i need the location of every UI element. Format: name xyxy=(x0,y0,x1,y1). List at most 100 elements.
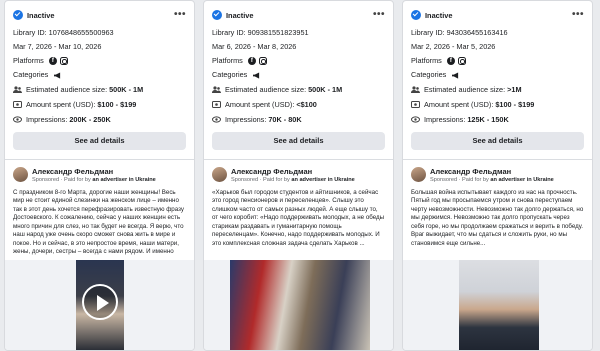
amount-row: Amount spent (USD): <$100 xyxy=(212,100,385,109)
instagram-icon xyxy=(457,57,466,66)
sponsored-label: Sponsored xyxy=(231,177,259,184)
people-icon xyxy=(212,86,221,94)
ad-image[interactable] xyxy=(230,260,370,350)
impressions-label: Impressions: xyxy=(424,115,466,125)
advertiser-name[interactable]: Александр Фельдман xyxy=(231,167,355,176)
paid-for-by-label: · Paid for by xyxy=(458,177,489,184)
see-ad-details-button[interactable]: See ad details xyxy=(13,132,186,151)
check-circle-icon xyxy=(212,10,222,20)
ad-body-text: «Харьков был городом студентов и айтишни… xyxy=(212,189,385,247)
advertiser-name[interactable]: Александр Фельдман xyxy=(32,167,156,176)
date-range: Mar 7, 2026 - Mar 10, 2026 xyxy=(13,42,102,51)
avatar[interactable] xyxy=(411,167,426,183)
audience-row: Estimated audience size: >1M xyxy=(411,85,584,94)
platforms-row: Platforms f xyxy=(411,56,584,66)
play-icon[interactable] xyxy=(82,284,118,320)
avatar[interactable] xyxy=(13,167,28,183)
sponsored-line: Sponsored · Paid for by an advertiser in… xyxy=(231,176,355,184)
categories-label: Categories xyxy=(13,70,49,80)
audience-label: Estimated audience size: xyxy=(424,85,506,95)
ad-media xyxy=(204,260,393,350)
date-range: Mar 6, 2026 - Mar 8, 2026 xyxy=(212,42,297,51)
facebook-icon: f xyxy=(48,57,57,66)
advertiser-payer: an advertiser in Ukraine xyxy=(490,177,554,184)
people-icon xyxy=(411,86,420,94)
instagram-icon xyxy=(59,57,68,66)
see-ad-details-button[interactable]: See ad details xyxy=(411,132,584,151)
ad-card: Inactive ••• Library ID: 943036455163416… xyxy=(402,0,593,351)
status-row: Inactive ••• xyxy=(212,8,385,22)
audience-row: Estimated audience size: 500K - 1M xyxy=(13,85,186,94)
megaphone-icon xyxy=(54,72,61,79)
more-options-icon[interactable]: ••• xyxy=(572,10,584,20)
paid-for-by-label: · Paid for by xyxy=(60,177,91,184)
audience-label: Estimated audience size: xyxy=(26,85,108,95)
impressions-row: Impressions: 125K - 150K xyxy=(411,115,584,124)
money-icon xyxy=(411,101,420,109)
advertiser-payer: an advertiser in Ukraine xyxy=(92,177,156,184)
advertiser-header: Александр Фельдман Sponsored · Paid for … xyxy=(204,160,393,184)
money-icon xyxy=(212,101,221,109)
sponsored-line: Sponsored · Paid for by an advertiser in… xyxy=(430,176,554,184)
more-options-icon[interactable]: ••• xyxy=(174,10,186,20)
impressions-label: Impressions: xyxy=(225,115,267,125)
status-badge: Inactive xyxy=(425,10,453,20)
ad-card: Inactive ••• Library ID: 909381551823951… xyxy=(203,0,394,351)
people-icon xyxy=(13,86,22,94)
advertiser-name[interactable]: Александр Фельдман xyxy=(430,167,554,176)
platforms-label: Platforms xyxy=(212,56,243,65)
amount-row: Amount spent (USD): $100 - $199 xyxy=(411,100,584,109)
audience-label: Estimated audience size: xyxy=(225,85,307,95)
status-badge: Inactive xyxy=(27,10,55,20)
status-row: Inactive ••• xyxy=(411,8,584,22)
advertiser-payer: an advertiser in Ukraine xyxy=(291,177,355,184)
amount-value: <$100 xyxy=(296,100,317,110)
platforms-label: Platforms xyxy=(13,56,44,65)
amount-label: Amount spent (USD): xyxy=(424,100,494,110)
platforms-row: Platforms f xyxy=(13,56,186,66)
megaphone-icon xyxy=(452,72,459,79)
impressions-value: 125K - 150K xyxy=(467,115,509,125)
audience-row: Estimated audience size: 500K - 1M xyxy=(212,85,385,94)
categories-row: Categories xyxy=(13,70,186,79)
eye-icon xyxy=(411,116,420,124)
megaphone-icon xyxy=(253,72,260,79)
audience-value: >1M xyxy=(507,85,522,95)
check-circle-icon xyxy=(411,10,421,20)
money-icon xyxy=(13,101,22,109)
impressions-row: Impressions: 70K - 80K xyxy=(212,115,385,124)
amount-label: Amount spent (USD): xyxy=(26,100,96,110)
ad-media xyxy=(5,260,194,350)
ad-image[interactable] xyxy=(459,260,539,350)
ad-body-text: С праздником 8-го Марта, дорогие наши же… xyxy=(13,189,184,255)
platforms-label: Platforms xyxy=(411,56,442,65)
ad-card: Inactive ••• Library ID: 107684865550096… xyxy=(4,0,195,351)
impressions-value: 70K - 80K xyxy=(268,115,302,125)
avatar[interactable] xyxy=(212,167,227,183)
see-ad-details-button[interactable]: See ad details xyxy=(212,132,385,151)
paid-for-by-label: · Paid for by xyxy=(259,177,290,184)
advertiser-header: Александр Фельдман Sponsored · Paid for … xyxy=(403,160,592,184)
amount-row: Amount spent (USD): $100 - $199 xyxy=(13,100,186,109)
status-row: Inactive ••• xyxy=(13,8,186,22)
impressions-row: Impressions: 200K - 250K xyxy=(13,115,186,124)
impressions-label: Impressions: xyxy=(26,115,68,125)
ad-results-grid: Inactive ••• Library ID: 107684865550096… xyxy=(0,0,600,351)
eye-icon xyxy=(13,116,22,124)
amount-value: $100 - $199 xyxy=(495,100,535,110)
categories-label: Categories xyxy=(212,70,248,80)
ad-media xyxy=(403,260,592,350)
video-thumbnail[interactable] xyxy=(76,260,124,350)
amount-value: $100 - $199 xyxy=(97,100,137,110)
more-options-icon[interactable]: ••• xyxy=(373,10,385,20)
sponsored-label: Sponsored xyxy=(32,177,60,184)
categories-row: Categories xyxy=(212,70,385,79)
library-id: Library ID: 909381551823951 xyxy=(212,28,309,37)
facebook-icon: f xyxy=(446,57,455,66)
impressions-value: 200K - 250K xyxy=(69,115,111,125)
categories-row: Categories xyxy=(411,70,584,79)
ad-body-text: Большая война испытывает каждого из нас … xyxy=(411,189,584,247)
audience-value: 500K - 1M xyxy=(109,85,144,95)
check-circle-icon xyxy=(13,10,23,20)
platforms-row: Platforms f xyxy=(212,56,385,66)
